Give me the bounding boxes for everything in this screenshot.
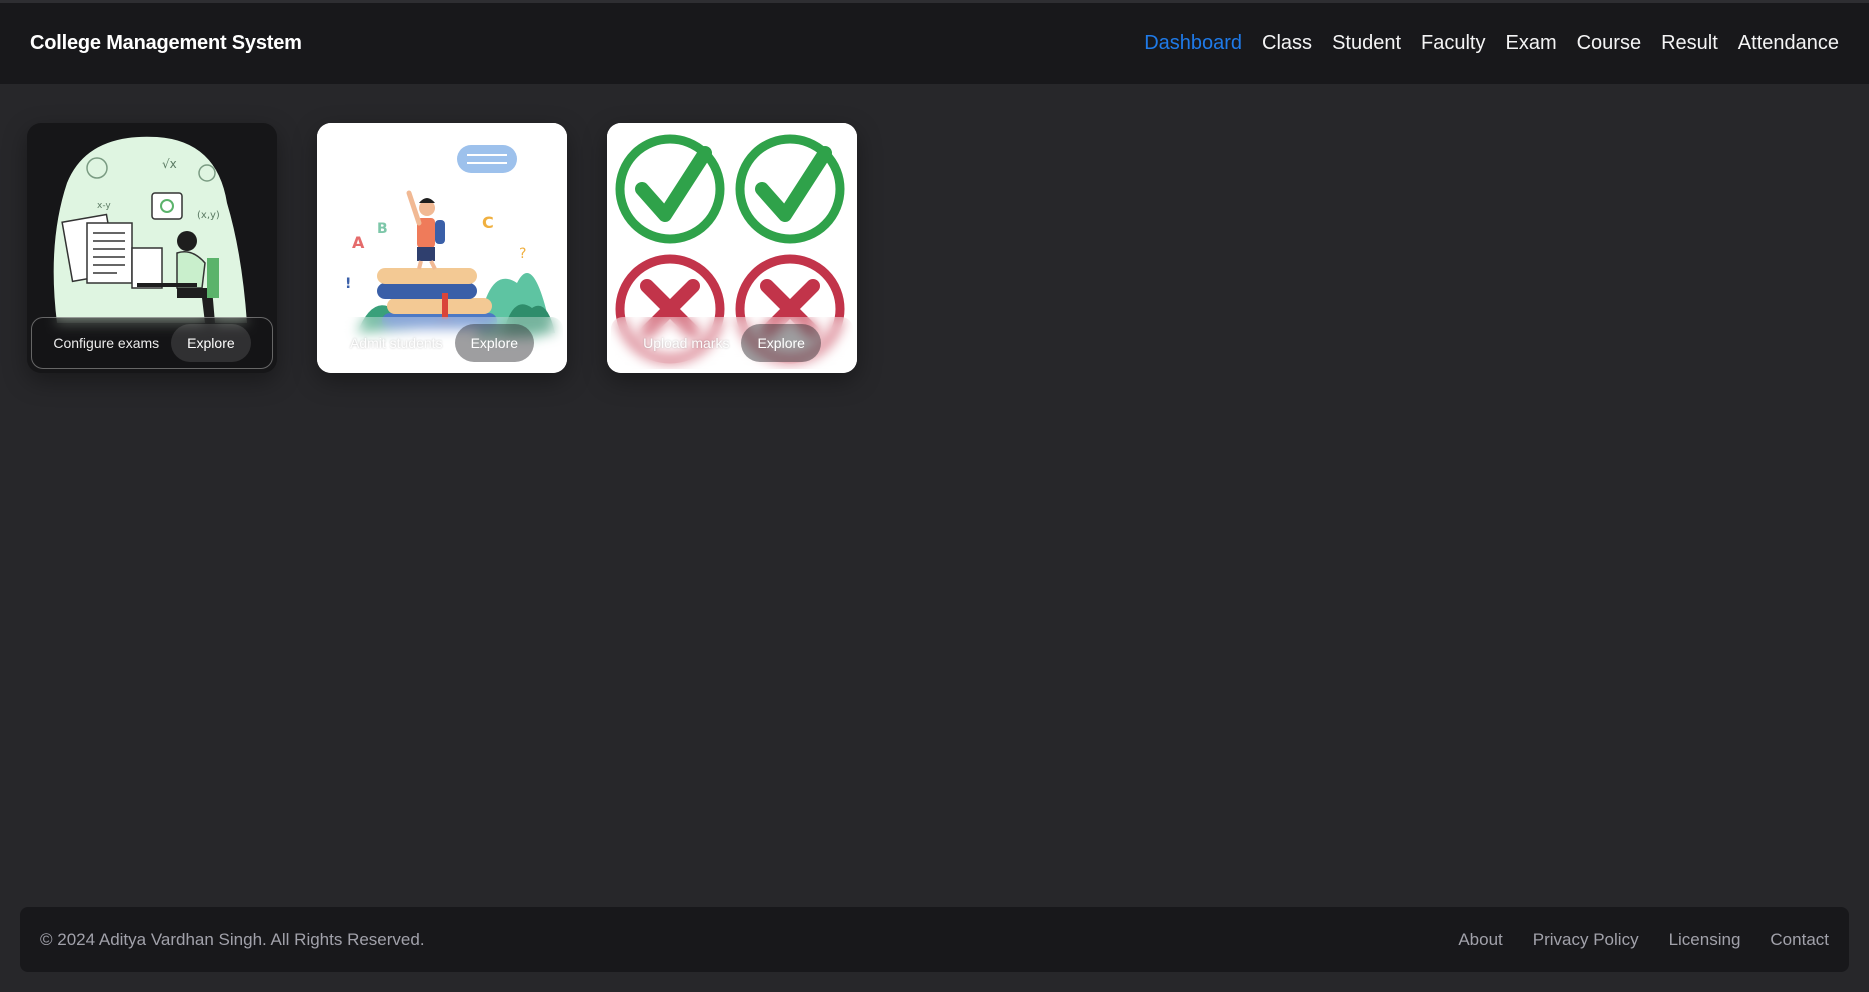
svg-text:A: A <box>352 233 365 252</box>
card-configure-exams[interactable]: √x (x,y) x-y Configure exams Explore <box>27 123 277 373</box>
top-navbar: College Management System Dashboard Clas… <box>0 0 1869 84</box>
nav-course[interactable]: Course <box>1577 32 1641 55</box>
copyright-text: © 2024 Aditya Vardhan Singh. All Rights … <box>40 929 425 949</box>
footer-link-contact[interactable]: Contact <box>1770 930 1829 950</box>
main-nav: Dashboard Class Student Faculty Exam Cou… <box>1124 32 1839 55</box>
svg-text:!: ! <box>345 276 351 292</box>
nav-dashboard[interactable]: Dashboard <box>1144 32 1242 55</box>
card-label: Configure exams <box>53 335 160 351</box>
nav-class[interactable]: Class <box>1262 32 1312 55</box>
footer-link-privacy-policy[interactable]: Privacy Policy <box>1533 930 1639 950</box>
card-footer: Configure exams Explore <box>31 317 273 369</box>
svg-text:?: ? <box>519 246 526 262</box>
card-upload-marks[interactable]: Upload marks Explore <box>607 123 857 373</box>
svg-text:(x,y): (x,y) <box>197 210 220 221</box>
nav-attendance[interactable]: Attendance <box>1738 32 1839 55</box>
explore-button[interactable]: Explore <box>741 324 821 362</box>
nav-faculty[interactable]: Faculty <box>1421 32 1485 55</box>
explore-button[interactable]: Explore <box>454 324 535 362</box>
card-footer: Upload marks Explore <box>611 317 853 369</box>
card-admit-students[interactable]: A B C ? ! Admit students Explore <box>317 123 567 373</box>
explore-button[interactable]: Explore <box>171 324 251 362</box>
svg-text:√x: √x <box>162 157 177 171</box>
nav-exam[interactable]: Exam <box>1505 32 1556 55</box>
card-label: Admit students <box>349 335 443 351</box>
svg-text:C: C <box>482 213 494 232</box>
brand-title[interactable]: College Management System <box>30 32 302 55</box>
svg-text:x-y: x-y <box>97 201 111 211</box>
nav-result[interactable]: Result <box>1661 32 1718 55</box>
nav-student[interactable]: Student <box>1332 32 1401 55</box>
card-footer: Admit students Explore <box>321 317 563 369</box>
card-label: Upload marks <box>643 335 730 351</box>
page-footer: © 2024 Aditya Vardhan Singh. All Rights … <box>20 907 1849 972</box>
dashboard-cards: √x (x,y) x-y Configure exams Explore A B… <box>27 123 857 373</box>
svg-text:B: B <box>377 221 388 237</box>
footer-link-about[interactable]: About <box>1458 930 1502 950</box>
footer-links: About Privacy Policy Licensing Contact <box>1428 930 1829 950</box>
footer-link-licensing[interactable]: Licensing <box>1669 930 1741 950</box>
